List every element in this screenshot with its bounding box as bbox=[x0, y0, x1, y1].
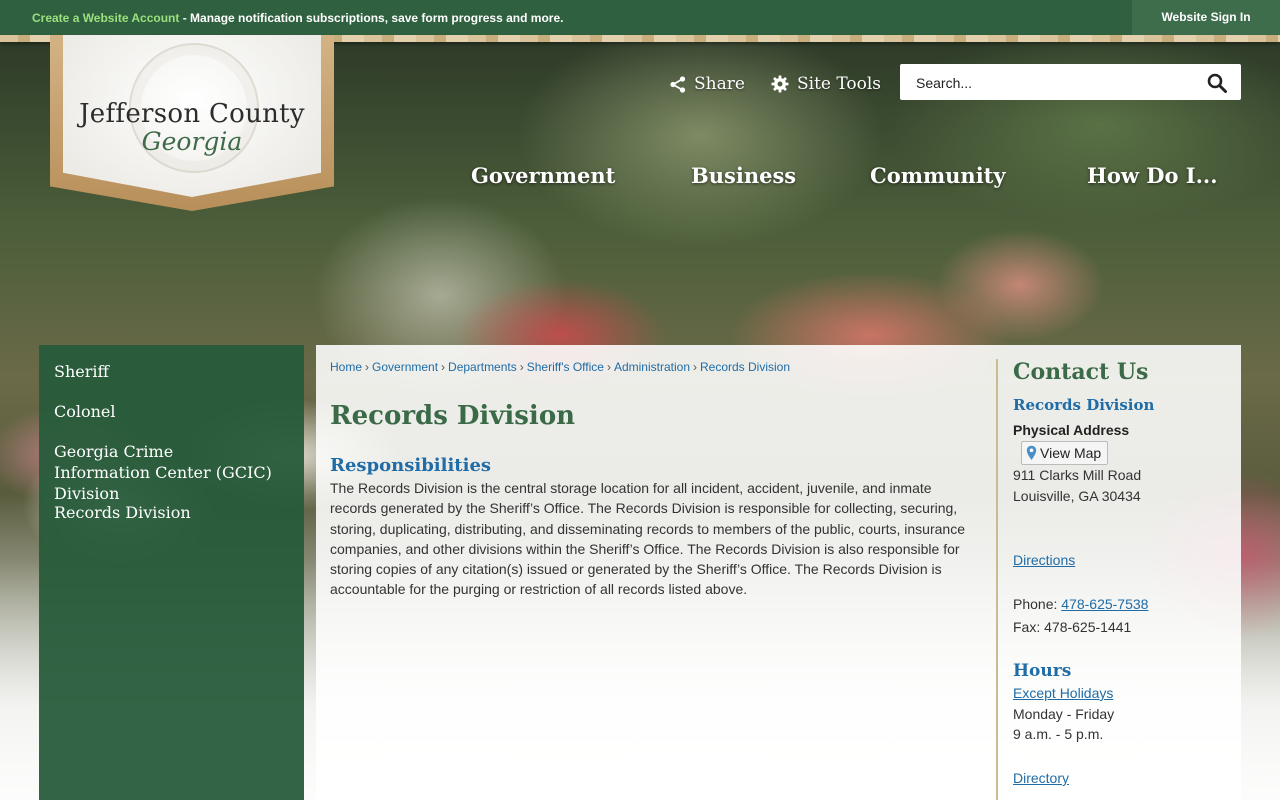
gear-icon bbox=[771, 75, 789, 93]
site-tools-label: Site Tools bbox=[797, 74, 882, 94]
address-street: 911 Clarks Mill Road bbox=[1013, 467, 1142, 483]
address-city: Louisville, GA 30434 bbox=[1013, 488, 1141, 504]
sidebar-item-gcic-division[interactable]: Georgia Crime Information Center (GCIC) … bbox=[39, 441, 289, 504]
search-icon[interactable] bbox=[1207, 73, 1227, 93]
fax-number: Fax: 478-625-1441 bbox=[1013, 619, 1132, 635]
phone-label: Phone: bbox=[1013, 596, 1062, 612]
nav-government[interactable]: Government bbox=[471, 163, 615, 188]
share-label: Share bbox=[694, 74, 745, 94]
breadcrumb-sheriffs-office[interactable]: Sheriff's Office bbox=[527, 360, 604, 374]
breadcrumb: Home › Government › Departments › Sheriff's Of… bbox=[330, 360, 790, 374]
create-account-link[interactable]: Create a Website Account bbox=[32, 11, 179, 25]
site-tools-button[interactable]: Site Tools bbox=[771, 74, 881, 94]
account-notice: Create a Website Account - Manage notifi… bbox=[32, 11, 563, 25]
share-icon bbox=[670, 75, 686, 93]
search-box bbox=[900, 64, 1241, 100]
sidebar-nav: Sheriff Colonel Georgia Crime Informatio… bbox=[39, 345, 304, 800]
top-bar: Create a Website Account - Manage notifi… bbox=[0, 0, 1280, 35]
directions-link[interactable]: Directions bbox=[1013, 552, 1075, 568]
account-description: - Manage notification subscriptions, sav… bbox=[179, 11, 564, 25]
site-logo[interactable]: Jefferson County Georgia bbox=[50, 35, 334, 211]
contact-us-heading: Contact Us bbox=[1013, 359, 1149, 385]
phone-line: Phone: 478-625-7538 bbox=[1013, 596, 1148, 612]
breadcrumb-departments[interactable]: Departments bbox=[448, 360, 517, 374]
sidebar-item-colonel[interactable]: Colonel bbox=[39, 401, 131, 422]
nav-business[interactable]: Business bbox=[691, 163, 796, 188]
breadcrumb-home[interactable]: Home bbox=[330, 360, 362, 374]
view-map-label: View Map bbox=[1040, 445, 1102, 461]
hours-days: Monday - Friday bbox=[1013, 706, 1115, 722]
sidebar-item-records-division[interactable]: Records Division bbox=[39, 502, 206, 523]
contact-division-name: Records Division bbox=[1013, 396, 1155, 414]
main-content: Home › Government › Departments › Sheriff's Of… bbox=[316, 345, 1241, 800]
directory-link[interactable]: Directory bbox=[1013, 770, 1069, 786]
breadcrumb-separator: › bbox=[606, 360, 611, 374]
column-divider bbox=[996, 359, 998, 800]
breadcrumb-separator: › bbox=[519, 360, 524, 374]
phone-link[interactable]: 478-625-7538 bbox=[1061, 596, 1148, 612]
logo-title: Jefferson County bbox=[79, 99, 305, 129]
breadcrumb-administration[interactable]: Administration bbox=[614, 360, 690, 374]
sidebar-item-sheriff[interactable]: Sheriff bbox=[39, 361, 124, 382]
breadcrumb-separator: › bbox=[365, 360, 370, 374]
logo-banner: Jefferson County Georgia bbox=[63, 35, 321, 197]
breadcrumb-government[interactable]: Government bbox=[372, 360, 438, 374]
share-button[interactable]: Share bbox=[670, 74, 745, 94]
breadcrumb-separator: › bbox=[693, 360, 697, 374]
section-heading: Responsibilities bbox=[330, 455, 492, 476]
breadcrumb-records-division[interactable]: Records Division bbox=[700, 360, 790, 374]
hours-heading: Hours bbox=[1013, 661, 1072, 681]
except-holidays-link[interactable]: Except Holidays bbox=[1013, 685, 1113, 701]
logo-subtitle: Georgia bbox=[141, 127, 243, 156]
search-input[interactable] bbox=[914, 71, 1198, 95]
hours-time: 9 a.m. - 5 p.m. bbox=[1013, 726, 1104, 742]
website-sign-in-button[interactable]: Website Sign In bbox=[1132, 0, 1280, 35]
breadcrumb-separator: › bbox=[441, 360, 446, 374]
body-paragraph: The Records Division is the central stor… bbox=[330, 480, 965, 598]
view-map-button[interactable]: View Map bbox=[1021, 441, 1109, 465]
nav-community[interactable]: Community bbox=[870, 163, 1006, 188]
map-pin-icon bbox=[1026, 445, 1037, 460]
nav-how-do-i[interactable]: How Do I... bbox=[1087, 163, 1218, 188]
page-title: Records Division bbox=[330, 401, 576, 431]
physical-address-label: Physical Address bbox=[1013, 422, 1130, 438]
